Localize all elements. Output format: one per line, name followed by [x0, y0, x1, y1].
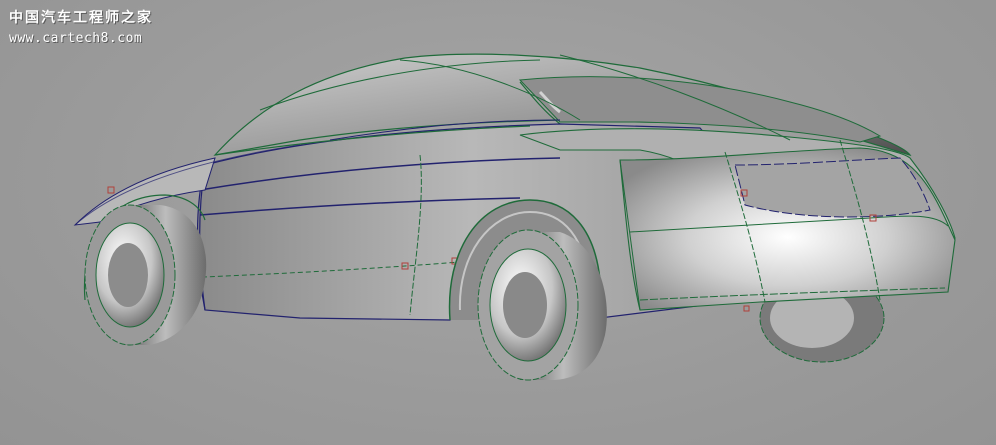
watermark-url: www.cartech8.com — [9, 31, 143, 46]
3d-viewport[interactable]: 中国汽车工程师之家 www.cartech8.com — [0, 0, 996, 445]
watermark-title: 中国汽车工程师之家 — [9, 10, 153, 26]
front-left-wheel — [84, 204, 207, 346]
rear-left-wheel — [477, 229, 607, 381]
tail-light-outline — [734, 157, 931, 218]
car-model — [73, 53, 956, 381]
